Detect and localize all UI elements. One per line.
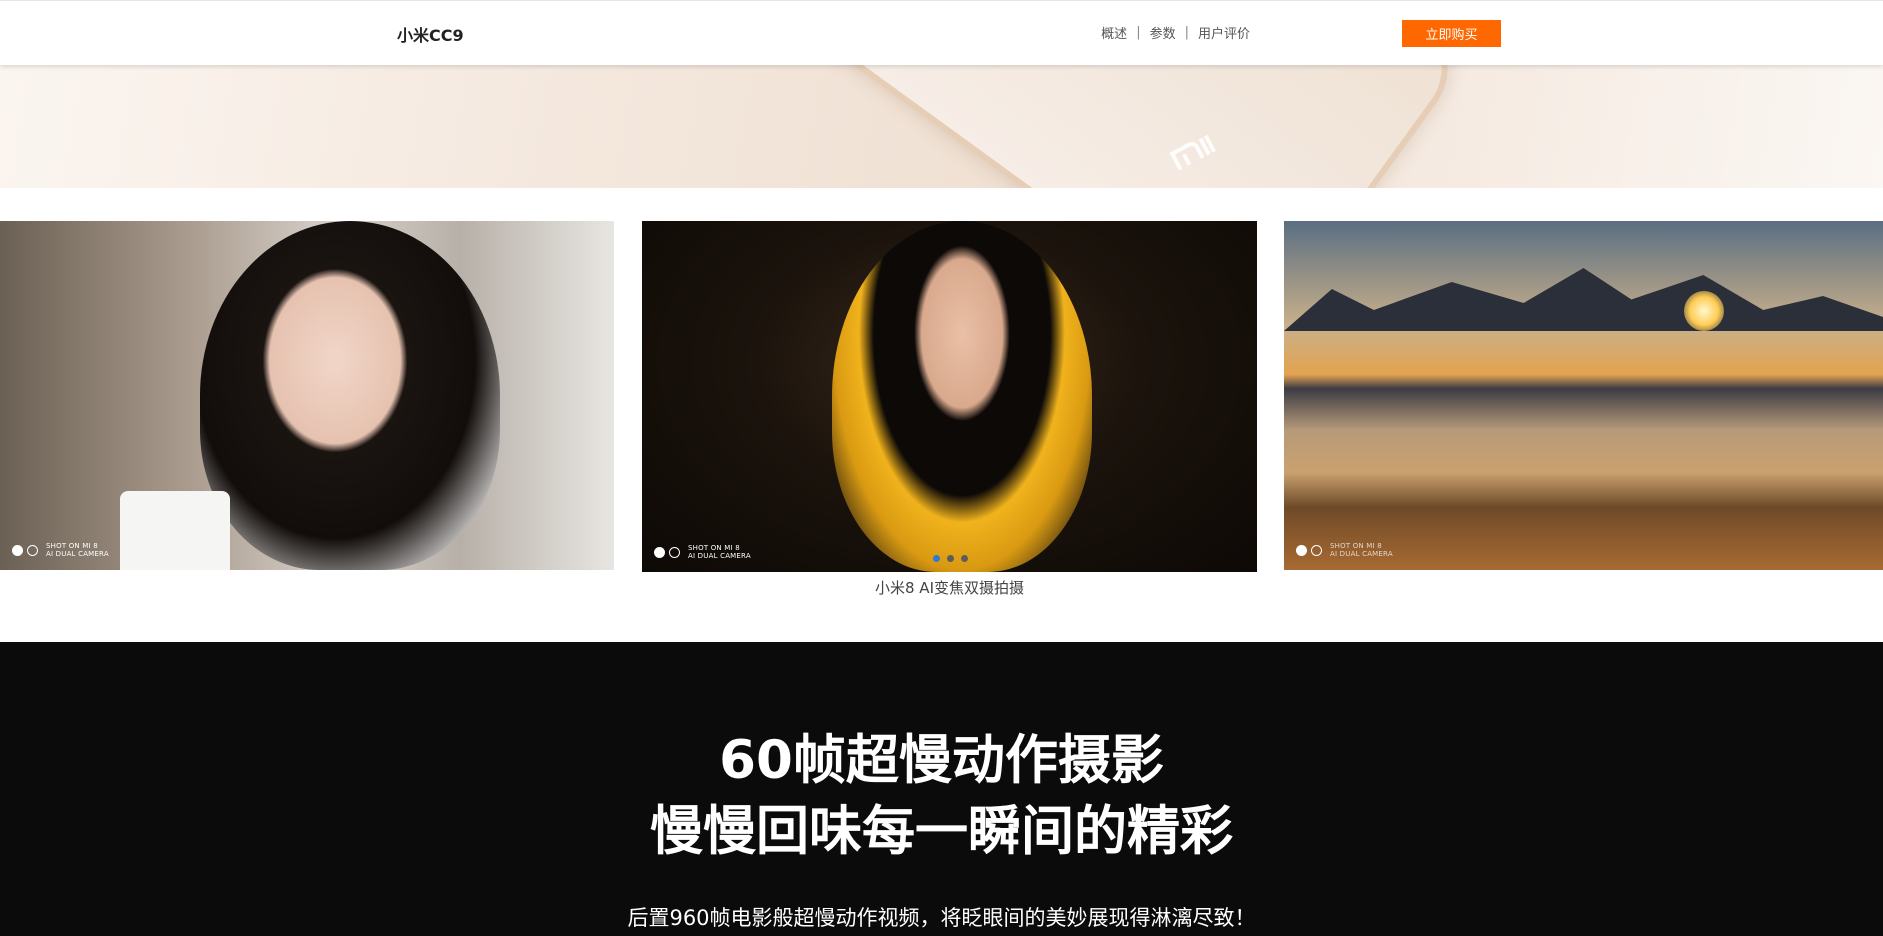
carousel-dot[interactable] xyxy=(933,555,940,562)
nav-specs[interactable]: 参数 xyxy=(1150,23,1176,42)
coffee-cup xyxy=(120,491,230,570)
dual-camera-icon xyxy=(12,544,23,556)
nav-separator: | xyxy=(1136,25,1141,40)
sample-photo-cafe: SHOT ON MI 8 AI DUAL CAMERA xyxy=(0,221,614,570)
nav-reviews[interactable]: 用户评价 xyxy=(1198,23,1250,42)
shot-on-badge: SHOT ON MI 8 AI DUAL CAMERA xyxy=(654,544,751,560)
badge-line2: AI DUAL CAMERA xyxy=(46,550,109,558)
product-nav: 概述 | 参数 | 用户评价 xyxy=(1101,23,1250,42)
badge-line1: SHOT ON MI 8 xyxy=(688,544,740,552)
badge-line1: SHOT ON MI 8 xyxy=(46,542,98,550)
buy-now-button[interactable]: 立即购买 xyxy=(1402,20,1501,47)
dual-camera-icon xyxy=(27,544,38,556)
badge-line2: AI DUAL CAMERA xyxy=(1330,550,1393,558)
person-silhouette xyxy=(832,221,1092,572)
dual-camera-icon xyxy=(1311,544,1322,556)
product-name: 小米CC9 xyxy=(397,26,464,45)
carousel-pager xyxy=(933,555,968,562)
badge-line1: SHOT ON MI 8 xyxy=(1330,542,1382,550)
person-silhouette xyxy=(200,221,500,570)
carousel-dot[interactable] xyxy=(961,555,968,562)
nav-separator: | xyxy=(1184,25,1189,40)
dual-camera-icon xyxy=(1296,544,1307,556)
slow-motion-feature: 60帧超慢动作摄影 慢慢回味每一瞬间的精彩 后置960帧电影般超慢动作视频，将眨… xyxy=(0,642,1883,936)
sample-photo-landscape: SHOT ON MI 8 AI DUAL CAMERA xyxy=(1284,221,1883,570)
mountain-silhouette xyxy=(1284,268,1883,331)
sun-glow xyxy=(1684,291,1724,331)
badge-line2: AI DUAL CAMERA xyxy=(688,552,751,560)
carousel-caption: 小米8 AI变焦双摄拍摄 xyxy=(875,579,1024,597)
phone-image xyxy=(660,64,1472,188)
nav-overview[interactable]: 概述 xyxy=(1101,23,1127,42)
dual-camera-icon xyxy=(654,546,665,558)
hero-banner xyxy=(0,64,1883,188)
feature-title-line1: 60帧超慢动作摄影 xyxy=(719,730,1164,791)
product-nav-bar: 小米CC9 概述 | 参数 | 用户评价 立即购买 xyxy=(0,0,1883,65)
dual-camera-icon xyxy=(669,546,680,558)
feature-title-line2: 慢慢回味每一瞬间的精彩 xyxy=(650,801,1233,862)
feature-description: 后置960帧电影般超慢动作视频，将眨眼间的美妙展现得淋漓尽致！ xyxy=(627,906,1256,930)
sample-photo-night-portrait[interactable]: SHOT ON MI 8 AI DUAL CAMERA xyxy=(642,221,1257,572)
shot-on-badge: SHOT ON MI 8 AI DUAL CAMERA xyxy=(12,542,109,558)
shot-on-badge: SHOT ON MI 8 AI DUAL CAMERA xyxy=(1296,542,1393,558)
carousel-dot[interactable] xyxy=(947,555,954,562)
